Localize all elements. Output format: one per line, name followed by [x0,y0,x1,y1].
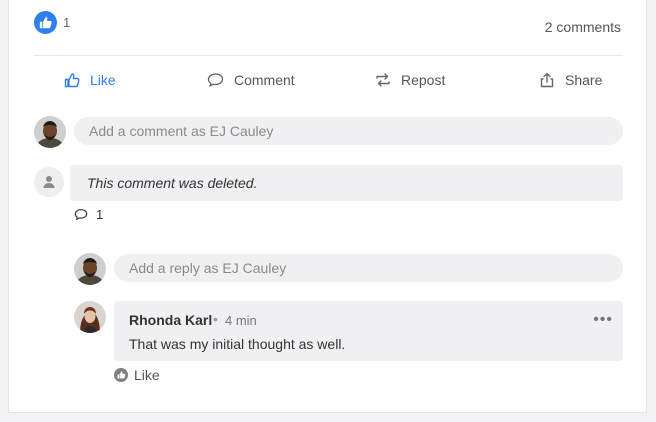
more-options-icon[interactable]: ••• [593,311,613,329]
reply-count: 1 [96,207,104,222]
like-button[interactable]: Like [64,70,116,90]
comment-icon [74,209,88,220]
comment-label: Comment [234,72,295,88]
thumbs-up-icon [64,73,80,88]
user-icon [43,176,55,188]
share-label: Share [565,72,603,88]
replies-toggle[interactable]: 1 [74,207,103,222]
anonymous-avatar [34,167,64,197]
reply-like-button[interactable]: Like [114,367,160,383]
likes-count[interactable]: 1 [63,15,70,30]
comment-button[interactable]: Comment [207,70,295,90]
reply-like-label: Like [134,367,160,383]
comment-input[interactable]: Add a comment as EJ Cauley [74,117,623,145]
reply-author[interactable]: Rhonda Karl [129,312,212,328]
reply-text: That was my initial thought as well. [129,336,346,352]
like-label: Like [90,72,116,88]
like-reaction-icon[interactable] [34,11,57,34]
reply-bubble: Rhonda Karl • 4 min That was my initial … [114,301,623,361]
share-icon [540,72,554,88]
repost-icon [376,73,390,87]
reply-input[interactable]: Add a reply as EJ Cauley [114,254,623,282]
reply-timestamp: 4 min [225,313,257,328]
deleted-comment-text: This comment was deleted. [87,175,258,191]
post-card: 1 2 comments Like Comment Repost Share A… [8,0,647,413]
current-user-avatar [74,253,106,285]
current-user-avatar [34,116,66,148]
repost-label: Repost [401,72,446,88]
reply-author-avatar[interactable] [74,301,106,333]
separator-dot: • [213,311,218,327]
divider [34,55,623,56]
deleted-comment: This comment was deleted. [70,165,623,201]
comment-icon [207,73,224,87]
repost-button[interactable]: Repost [375,70,445,90]
thumbs-up-icon [114,368,128,382]
comments-count[interactable]: 2 comments [545,19,621,35]
share-button[interactable]: Share [539,70,602,90]
